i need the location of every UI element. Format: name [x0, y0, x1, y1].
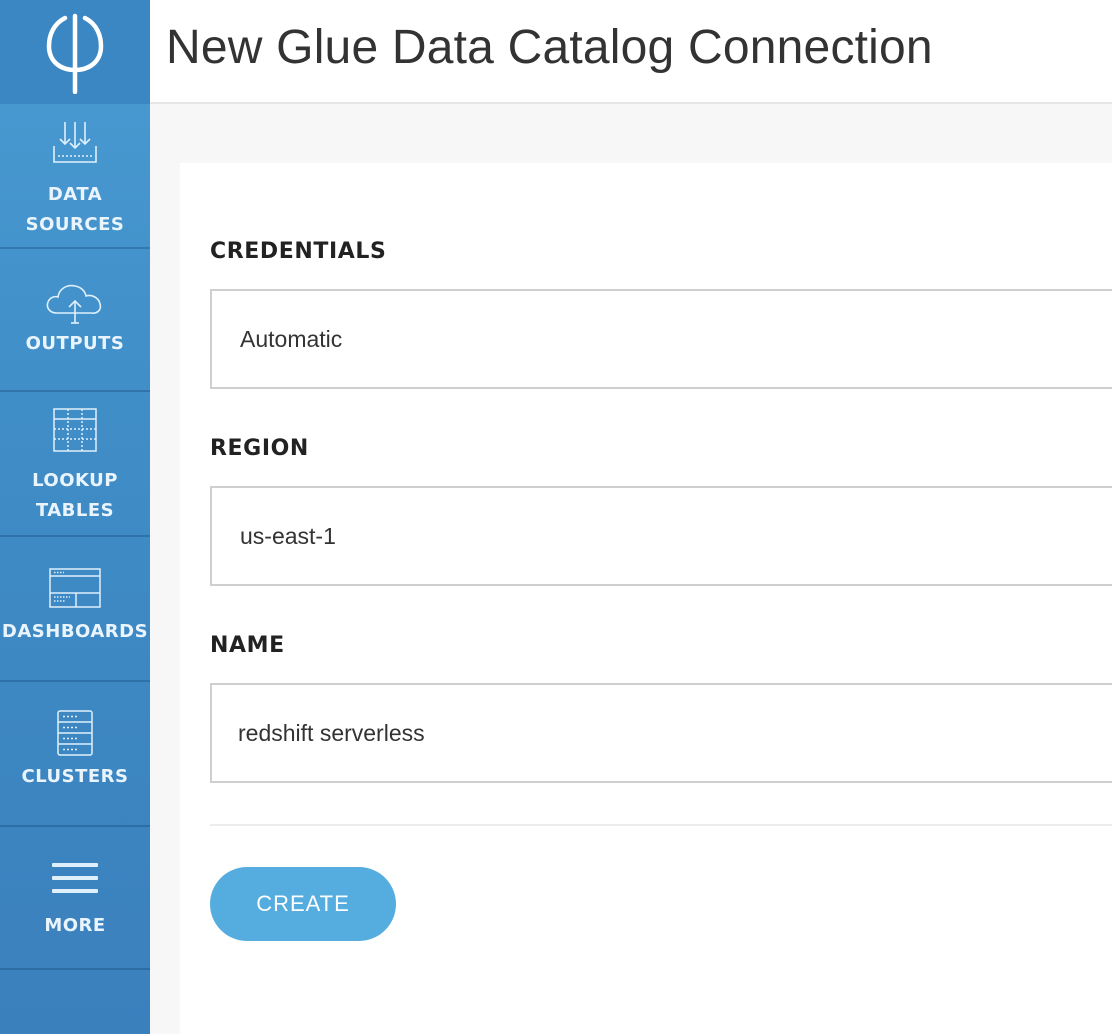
sidebar-item-more[interactable]: MORE	[0, 827, 150, 970]
dashboard-icon	[49, 568, 101, 608]
region-value: us-east-1	[240, 522, 336, 549]
page-header: New Glue Data Catalog Connection	[150, 0, 1112, 104]
sidebar-item-label: CLUSTERS	[21, 766, 129, 787]
sidebar-item-lookup-tables[interactable]: LOOKUP TABLES	[0, 392, 150, 537]
sidebar: DATA SOURCES OUTPUTS LOOKUP TABLES DASHB…	[0, 0, 150, 1034]
connection-form: CREDENTIALS Automatic REGION us-east-1 N…	[180, 163, 1112, 1034]
phi-logo-icon	[46, 13, 104, 94]
name-label: NAME	[210, 633, 285, 658]
sidebar-item-label: DATA SOURCES	[25, 184, 125, 235]
credentials-value: Automatic	[240, 325, 343, 352]
sidebar-item-outputs[interactable]: OUTPUTS	[0, 249, 150, 392]
region-field[interactable]: us-east-1	[210, 486, 1112, 586]
credentials-field[interactable]: Automatic	[210, 289, 1112, 389]
table-grid-icon	[53, 408, 97, 452]
data-sources-icon	[53, 122, 97, 163]
name-value: redshift serverless	[238, 719, 425, 746]
form-divider	[210, 824, 1112, 826]
logo[interactable]	[0, 0, 150, 104]
hamburger-menu-icon	[52, 863, 98, 893]
sidebar-item-clusters[interactable]: CLUSTERS	[0, 682, 150, 827]
sidebar-item-label: OUTPUTS	[25, 333, 125, 354]
credentials-label: CREDENTIALS	[210, 239, 387, 264]
sidebar-item-label: LOOKUP TABLES	[32, 470, 118, 521]
sidebar-item-label: MORE	[44, 915, 106, 936]
region-label: REGION	[210, 436, 309, 461]
cloud-upload-icon	[46, 284, 102, 324]
server-rack-icon	[57, 710, 93, 756]
name-field[interactable]: redshift serverless	[210, 683, 1112, 783]
create-button[interactable]: CREATE	[210, 867, 396, 941]
sidebar-item-label: DASHBOARDS	[1, 621, 149, 642]
sidebar-item-dashboards[interactable]: DASHBOARDS	[0, 537, 150, 682]
page-title: New Glue Data Catalog Connection	[166, 21, 933, 74]
sidebar-item-data-sources[interactable]: DATA SOURCES	[0, 104, 150, 249]
